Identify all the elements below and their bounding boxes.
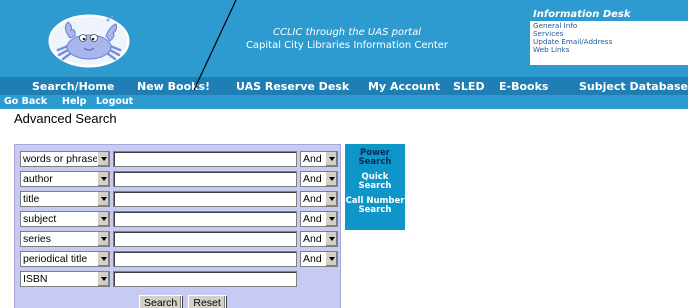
boolean-select-6-value: And <box>303 253 322 265</box>
field-select-2[interactable]: author <box>20 171 110 187</box>
subnav-go-back[interactable]: Go Back <box>4 96 47 108</box>
power-search-line2[interactable]: Search <box>345 158 405 167</box>
information-desk: Information Desk General Info Services U… <box>530 8 688 65</box>
chevron-down-icon[interactable] <box>325 232 337 246</box>
boolean-select-2-value: And <box>303 173 322 185</box>
chevron-down-icon[interactable] <box>97 192 109 206</box>
boolean-select-1[interactable]: And <box>300 151 338 167</box>
nav-subject-databases[interactable]: Subject Databases <box>579 80 688 93</box>
information-desk-links: General Info Services Update Email/Addre… <box>530 21 688 65</box>
field-select-4-value: subject <box>23 213 57 225</box>
search-term-input-1[interactable] <box>113 151 297 167</box>
chevron-down-icon[interactable] <box>325 252 337 266</box>
field-select-3[interactable]: title <box>20 191 110 207</box>
boolean-select-5[interactable]: And <box>300 231 338 247</box>
chevron-down-icon[interactable] <box>325 212 337 226</box>
portal-title: CCLIC through the UAS portal Capital Cit… <box>232 26 462 52</box>
boolean-select-4[interactable]: And <box>300 211 338 227</box>
nav-my-account[interactable]: My Account <box>368 80 440 93</box>
field-select-1-value: words or phrase <box>23 153 99 165</box>
field-select-7-value: ISBN <box>23 273 48 285</box>
reset-button[interactable]: Reset <box>188 295 226 308</box>
chevron-down-icon[interactable] <box>97 212 109 226</box>
field-select-7[interactable]: ISBN <box>20 271 110 287</box>
nav-uas-reserve-desk[interactable]: UAS Reserve Desk <box>236 80 349 93</box>
search-button[interactable]: Search <box>139 295 183 308</box>
boolean-select-4-value: And <box>303 213 322 225</box>
quick-search-line2[interactable]: Search <box>345 182 405 191</box>
boolean-select-3[interactable]: And <box>300 191 338 207</box>
subnav-help[interactable]: Help <box>62 96 86 108</box>
field-select-4[interactable]: subject <box>20 211 110 227</box>
call-number-search-line2[interactable]: Search <box>345 206 405 215</box>
crab-logo-icon <box>48 14 130 68</box>
header-banner: CCLIC through the UAS portal Capital Cit… <box>0 0 688 77</box>
field-select-5-value: series <box>23 233 52 245</box>
boolean-select-6[interactable]: And <box>300 251 338 267</box>
boolean-select-3-value: And <box>303 193 322 205</box>
search-term-input-6[interactable] <box>113 251 297 267</box>
link-web-links[interactable]: Web Links <box>533 46 688 54</box>
portal-title-line1: CCLIC through the UAS portal <box>272 27 422 38</box>
chevron-down-icon[interactable] <box>97 252 109 266</box>
form-buttons: Search Reset <box>139 291 227 308</box>
main-nav: Search/Home New Books! UAS Reserve Desk … <box>0 77 688 95</box>
chevron-down-icon[interactable] <box>97 272 109 286</box>
portal-title-line2: Capital City Libraries Information Cente… <box>245 40 449 51</box>
information-desk-title: Information Desk <box>533 9 631 20</box>
field-select-6-value: periodical title <box>23 253 88 265</box>
field-select-2-value: author <box>23 173 53 185</box>
search-type-nav: Power Search Quick Search Call Number Se… <box>345 144 405 230</box>
page-title: Advanced Search <box>14 111 117 126</box>
boolean-select-5-value: And <box>303 233 322 245</box>
search-term-input-3[interactable] <box>113 191 297 207</box>
chevron-down-icon[interactable] <box>325 152 337 166</box>
advanced-search-form: words or phrase And author And title And… <box>14 144 341 308</box>
nav-e-books[interactable]: E-Books <box>499 80 548 93</box>
boolean-select-1-value: And <box>303 153 322 165</box>
subnav-logout[interactable]: Logout <box>96 96 133 108</box>
search-term-input-4[interactable] <box>113 211 297 227</box>
nav-new-books[interactable]: New Books! <box>137 80 210 93</box>
chevron-down-icon[interactable] <box>325 192 337 206</box>
search-term-input-2[interactable] <box>113 171 297 187</box>
field-select-6[interactable]: periodical title <box>20 251 110 267</box>
field-select-3-value: title <box>23 193 40 205</box>
chevron-down-icon[interactable] <box>325 172 337 186</box>
boolean-select-2[interactable]: And <box>300 171 338 187</box>
field-select-5[interactable]: series <box>20 231 110 247</box>
search-term-input-7[interactable] <box>113 271 297 287</box>
nav-sled[interactable]: SLED <box>453 80 485 93</box>
chevron-down-icon[interactable] <box>97 152 109 166</box>
search-term-input-5[interactable] <box>113 231 297 247</box>
sub-nav: Go Back Help Logout <box>0 95 688 109</box>
chevron-down-icon[interactable] <box>97 172 109 186</box>
nav-search-home[interactable]: Search/Home <box>32 80 114 93</box>
field-select-1[interactable]: words or phrase <box>20 151 110 167</box>
chevron-down-icon[interactable] <box>97 232 109 246</box>
